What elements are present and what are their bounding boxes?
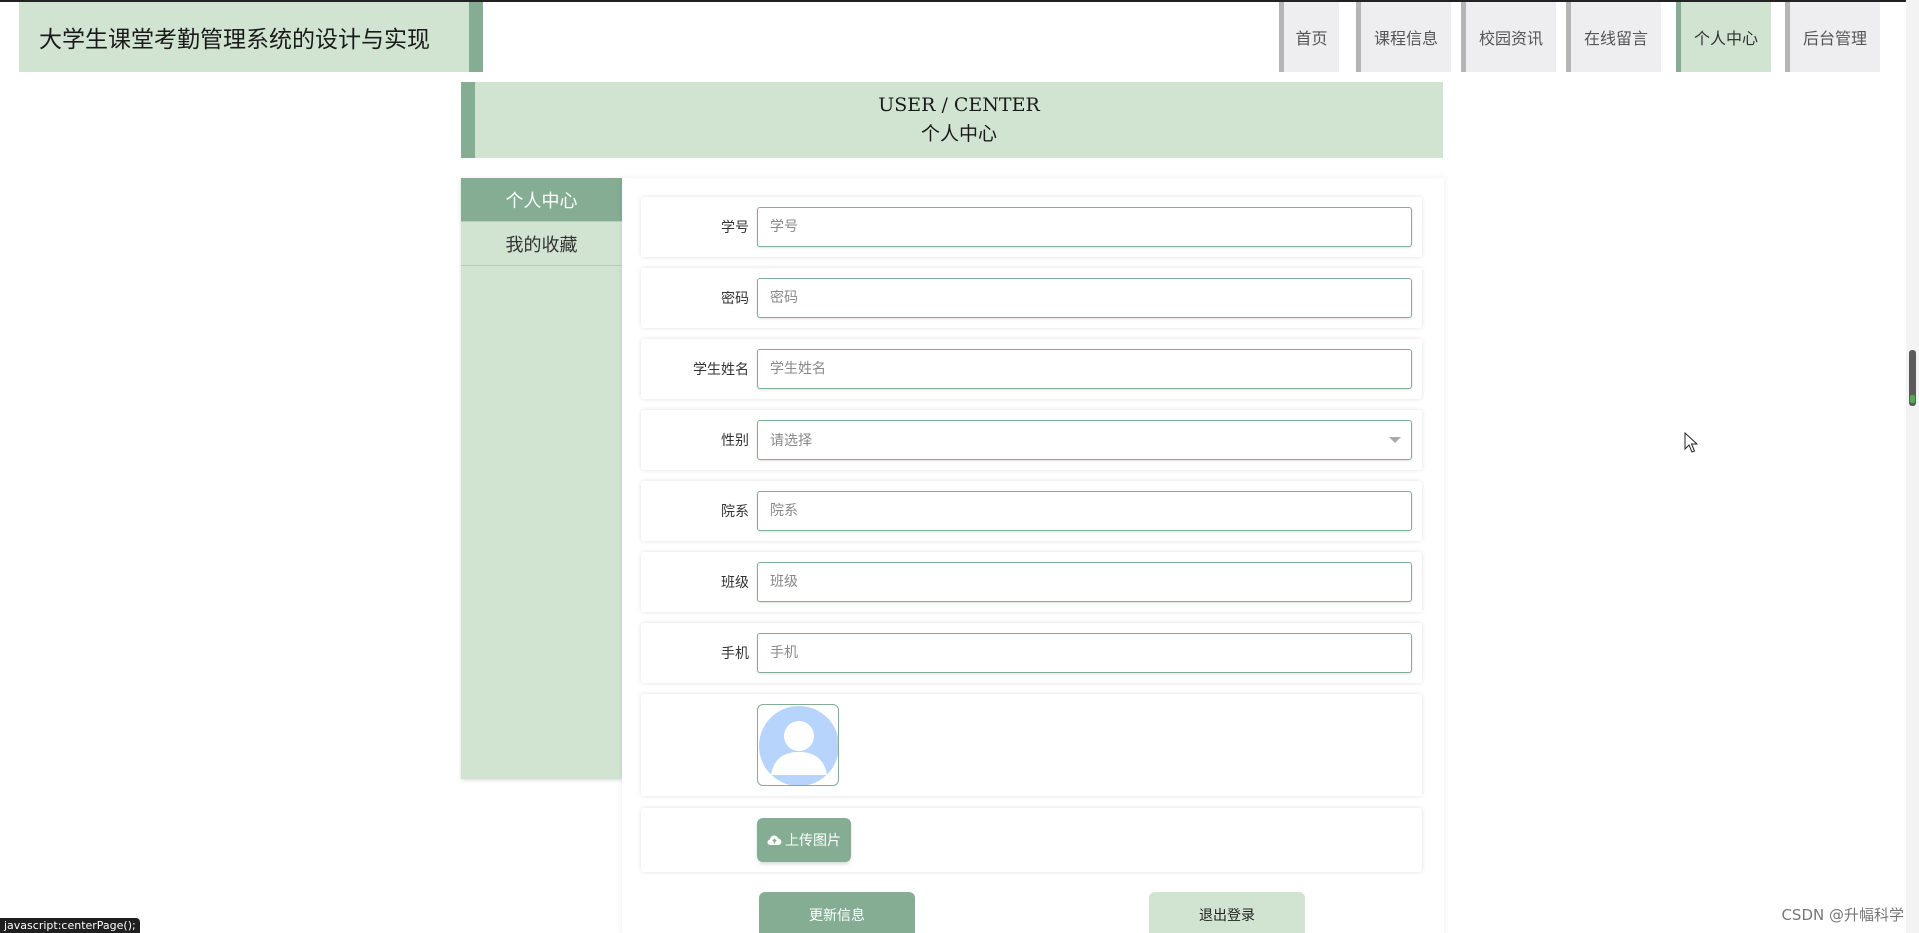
gender-select-value: 请选择 [770,433,812,449]
password-input[interactable] [757,278,1412,318]
form-row-class: 班级 [641,552,1422,612]
nav-admin[interactable]: 后台管理 [1785,2,1880,72]
mouse-pointer-icon [1684,432,1698,453]
student-name-input[interactable] [757,349,1412,389]
nav-online-message-label: 在线留言 [1583,29,1648,48]
form-row-student-name: 学生姓名 [641,339,1422,399]
banner-english-title: USER / CENTER [878,94,1040,116]
update-info-label: 更新信息 [809,908,865,924]
watermark-text: CSDN @升幅科学 [1781,906,1904,924]
form-row-phone: 手机 [641,623,1422,683]
logout-button[interactable]: 退出登录 [1149,892,1305,933]
scrollbar-thumb[interactable] [1909,350,1916,406]
sidebar-item-favorites[interactable]: 我的收藏 [461,222,622,266]
sidebar-item-label: 个人中心 [505,190,578,212]
sidebar-item-label: 我的收藏 [505,234,578,256]
phone-label: 手机 [721,646,749,662]
nav-campus-news[interactable]: 校园资讯 [1461,2,1556,72]
status-bar-text: javascript:centerPage(); [4,919,136,932]
watermark: CSDN @升幅科学 [1781,904,1904,925]
form-row-department: 院系 [641,481,1422,541]
gender-label: 性别 [721,433,749,449]
sidebar: 个人中心 我的收藏 [461,178,622,779]
logout-label: 退出登录 [1199,908,1255,924]
upload-image-label: 上传图片 [785,833,841,849]
banner-chinese-title: 个人中心 [920,123,997,145]
cloud-upload-icon [767,835,782,845]
department-input[interactable] [757,491,1412,531]
nav-online-message[interactable]: 在线留言 [1566,2,1661,72]
page-scrollbar[interactable] [1906,0,1919,933]
avatar [757,704,839,786]
scroll-indicator [1910,395,1915,403]
upload-image-button[interactable]: 上传图片 [757,818,851,862]
site-title-text: 大学生课堂考勤管理系统的设计与实现 [39,27,430,53]
site-title: 大学生课堂考勤管理系统的设计与实现 [19,2,483,72]
nav-course-info[interactable]: 课程信息 [1356,2,1451,72]
phone-input[interactable] [757,633,1412,673]
sidebar-item-personal-center[interactable]: 个人中心 [461,178,622,222]
password-label: 密码 [721,291,749,307]
nav-home-label: 首页 [1295,29,1328,48]
nav-campus-news-label: 校园资讯 [1478,29,1543,48]
department-label: 院系 [721,504,749,520]
browser-status-bar: javascript:centerPage(); [0,918,140,933]
form-row-gender: 性别 请选择 [641,410,1422,470]
student-id-label: 学号 [721,220,749,236]
chevron-down-icon [1389,437,1401,443]
form-row-avatar [641,694,1422,796]
student-name-label: 学生姓名 [693,362,749,378]
gender-select[interactable]: 请选择 [757,420,1412,460]
nav-home[interactable]: 首页 [1279,2,1339,72]
form-row-password: 密码 [641,268,1422,328]
update-info-button[interactable]: 更新信息 [759,892,915,933]
nav-admin-label: 后台管理 [1802,29,1867,48]
student-id-input[interactable] [757,207,1412,247]
nav-course-info-label: 课程信息 [1373,29,1438,48]
nav-personal-center-label: 个人中心 [1693,29,1758,48]
page-banner: USER / CENTER 个人中心 [461,82,1443,158]
form-row-upload: 上传图片 [641,808,1422,872]
class-input[interactable] [757,562,1412,602]
profile-form-panel: 学号 密码 学生姓名 性别 请选择 院系 班级 手机 [622,178,1444,933]
class-label: 班级 [721,575,749,591]
avatar-placeholder-icon [759,706,838,785]
nav-personal-center[interactable]: 个人中心 [1676,2,1771,72]
form-row-student-id: 学号 [641,197,1422,257]
